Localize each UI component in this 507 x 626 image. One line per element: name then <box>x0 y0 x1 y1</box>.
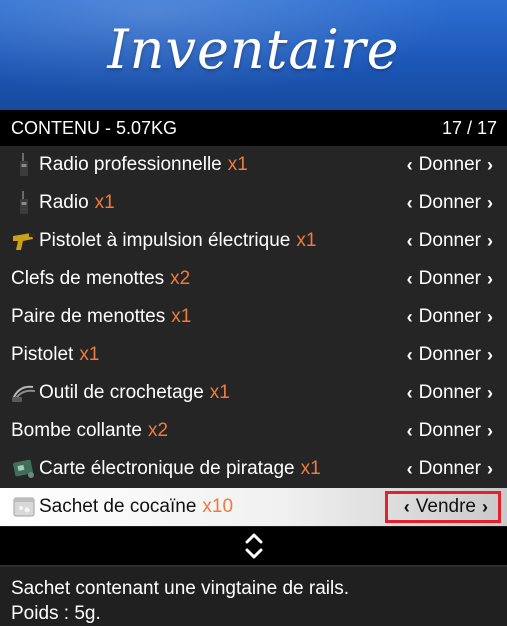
inventory-banner: Inventaire <box>0 0 507 110</box>
action-label: Donner <box>418 154 481 175</box>
item-quantity: x2 <box>147 420 169 441</box>
chevron-left-icon[interactable]: ‹ <box>407 193 413 214</box>
chevron-left-icon[interactable]: ‹ <box>407 231 413 252</box>
item-label: Pistolet à impulsion électrique <box>39 230 291 251</box>
chevron-left-icon[interactable]: ‹ <box>407 307 413 328</box>
item-quantity: x1 <box>296 230 317 251</box>
item-description: Sachet contenant une vingtaine de rails. <box>11 578 350 599</box>
chevron-right-icon[interactable]: › <box>487 307 493 328</box>
inventory-item-clefs-menottes[interactable]: Clefs de menottes x2 ‹ Donner › <box>0 260 507 298</box>
radio-icon <box>11 190 37 216</box>
action-label: Vendre <box>415 496 476 517</box>
give-action[interactable]: ‹ Donner › <box>407 382 493 404</box>
inventory-item-radio[interactable]: Radio x1 ‹ Donner › <box>0 184 507 222</box>
chevron-left-icon[interactable]: ‹ <box>404 497 410 518</box>
inventory-header: CONTENU - 5.07KG 17 / 17 <box>0 110 507 146</box>
taser-icon <box>11 228 37 254</box>
cocaine-bag-icon <box>11 494 37 520</box>
item-label: Clefs de menottes <box>11 268 165 289</box>
item-label: Carte électronique de piratage <box>39 458 295 479</box>
chevron-right-icon[interactable]: › <box>487 269 493 290</box>
item-label: Sachet de cocaïne <box>39 496 197 517</box>
chevron-left-icon[interactable]: ‹ <box>407 383 413 404</box>
inventory-list: Radio professionnelle x1 ‹ Donner › Radio… <box>0 146 507 526</box>
chevron-right-icon[interactable]: › <box>487 155 493 176</box>
item-quantity: x1 <box>94 192 115 213</box>
inventory-item-bombe-collante[interactable]: Bombe collante x2 ‹ Donner › <box>0 412 507 450</box>
chevron-right-icon[interactable]: › <box>482 497 488 518</box>
chevron-right-icon[interactable]: › <box>487 459 493 480</box>
give-action[interactable]: ‹ Donner › <box>407 230 493 252</box>
item-label: Bombe collante <box>11 420 142 441</box>
item-quantity: x2 <box>170 268 191 289</box>
inventory-item-sachet-cocaine[interactable]: Sachet de cocaïne x10 ‹ Vendre › <box>0 488 507 526</box>
content-weight-label: CONTENU - 5.07KG <box>11 117 178 138</box>
action-label: Donner <box>418 306 481 327</box>
give-action[interactable]: ‹ Donner › <box>407 268 493 290</box>
scroll-indicator[interactable] <box>0 527 507 565</box>
item-count: 17 / 17 <box>441 117 497 138</box>
item-label: Outil de crochetage <box>39 382 204 403</box>
item-label: Radio <box>39 192 89 213</box>
chevron-left-icon[interactable]: ‹ <box>407 269 413 290</box>
radio-icon <box>11 152 37 178</box>
action-label: Donner <box>418 382 481 403</box>
action-label: Donner <box>418 420 481 441</box>
action-label: Donner <box>418 192 481 213</box>
give-action[interactable]: ‹ Donner › <box>407 420 493 442</box>
inventory-item-carte-piratage[interactable]: Carte électronique de piratage x1 ‹ Donne… <box>0 450 507 488</box>
give-action[interactable]: ‹ Donner › <box>407 154 493 176</box>
chevron-left-icon[interactable]: ‹ <box>407 345 413 366</box>
lockpick-icon <box>11 380 37 406</box>
chevron-right-icon[interactable]: › <box>487 345 493 366</box>
give-action[interactable]: ‹ Donner › <box>407 306 493 328</box>
item-quantity: x1 <box>209 382 230 403</box>
chevron-left-icon[interactable]: ‹ <box>407 421 413 442</box>
inventory-item-outil-crochetage[interactable]: Outil de crochetage x1 ‹ Donner › <box>0 374 507 412</box>
item-label: Paire de menottes <box>11 306 166 327</box>
item-quantity: x10 <box>202 496 234 517</box>
sell-action[interactable]: ‹ Vendre › <box>384 491 501 523</box>
chevron-right-icon[interactable]: › <box>487 383 493 404</box>
item-quantity: x1 <box>171 306 192 327</box>
give-action[interactable]: ‹ Donner › <box>407 192 493 214</box>
action-label: Donner <box>418 458 481 479</box>
chevron-left-icon[interactable]: ‹ <box>407 459 413 480</box>
inventory-item-radio-professionnelle[interactable]: Radio professionnelle x1 ‹ Donner › <box>0 146 507 184</box>
inventory-item-pistolet-impulsion[interactable]: Pistolet à impulsion électrique x1 ‹ Donn… <box>0 222 507 260</box>
inventory-title: Inventaire <box>107 18 400 81</box>
scroll-up-down-icon[interactable] <box>243 531 265 561</box>
item-label: Pistolet <box>11 344 74 365</box>
chevron-right-icon[interactable]: › <box>487 193 493 214</box>
item-quantity: x1 <box>300 458 321 479</box>
action-label: Donner <box>418 268 481 289</box>
item-description-panel: Sachet contenant une vingtaine de rails.… <box>0 565 507 626</box>
chevron-right-icon[interactable]: › <box>487 421 493 442</box>
inventory-item-paire-menottes[interactable]: Paire de menottes x1 ‹ Donner › <box>0 298 507 336</box>
item-weight: Poids : 5g. <box>11 603 101 624</box>
give-action[interactable]: ‹ Donner › <box>407 458 493 480</box>
action-label: Donner <box>418 230 481 251</box>
item-quantity: x1 <box>227 154 248 175</box>
item-label: Radio professionnelle <box>39 154 222 175</box>
action-label: Donner <box>418 344 481 365</box>
chevron-right-icon[interactable]: › <box>487 231 493 252</box>
inventory-item-pistolet[interactable]: Pistolet x1 ‹ Donner › <box>0 336 507 374</box>
chevron-left-icon[interactable]: ‹ <box>407 155 413 176</box>
hacking-card-icon <box>11 456 37 482</box>
give-action[interactable]: ‹ Donner › <box>407 344 493 366</box>
item-quantity: x1 <box>79 344 100 365</box>
